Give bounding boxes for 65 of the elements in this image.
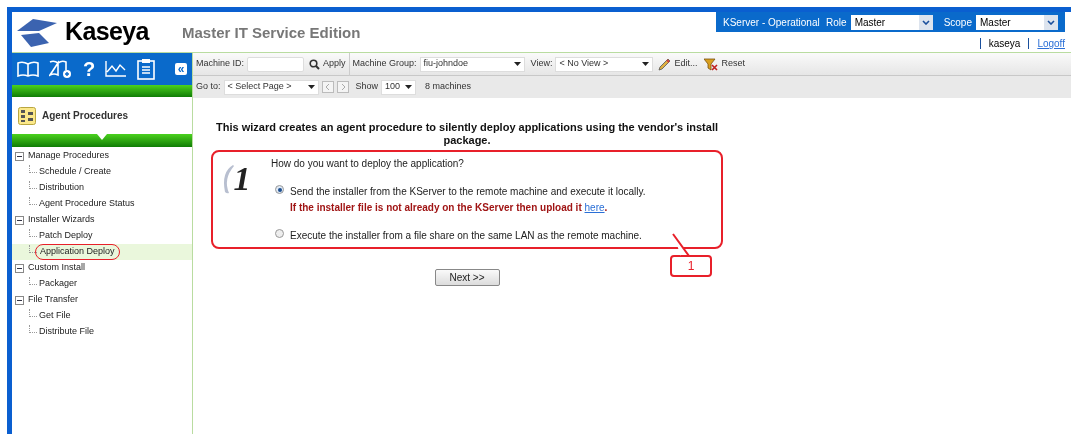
view-select[interactable]: < No View > xyxy=(555,56,654,72)
tree-item[interactable]: Schedule / Create xyxy=(38,165,113,179)
tree-item[interactable]: Packager xyxy=(38,277,79,291)
caret-icon xyxy=(513,62,521,66)
collapse-icon[interactable] xyxy=(15,151,24,161)
apply-button[interactable]: Apply xyxy=(323,52,350,76)
triangle-icon xyxy=(97,134,107,140)
clipboard-icon[interactable] xyxy=(137,58,156,80)
tree-folder[interactable]: Installer Wizards xyxy=(28,213,95,227)
scope-select[interactable]: Master xyxy=(976,14,1058,30)
help-icon[interactable]: ? xyxy=(83,59,96,79)
option-label: Execute the installer from a file share on the same LAN as the remote machine. xyxy=(290,229,642,243)
collapse-icon[interactable] xyxy=(15,215,24,225)
page-select[interactable]: < Select Page > xyxy=(223,79,319,95)
machine-group-select[interactable]: fiu-johndoe xyxy=(419,56,525,72)
module-title: Agent Procedures xyxy=(42,109,129,123)
show-label: Show xyxy=(355,80,379,94)
role-select[interactable]: Master xyxy=(850,14,933,30)
radio-button[interactable] xyxy=(275,229,284,238)
pencil-icon xyxy=(658,57,672,71)
chevron-icon xyxy=(1047,19,1055,25)
logo-text: Kaseya xyxy=(65,16,149,48)
machine-id-label: Machine ID: xyxy=(196,57,245,71)
step-number: 1 xyxy=(233,162,251,199)
module-icon xyxy=(18,106,36,125)
option-label: Send the installer from the KServer to the remote machine and execute it locally. xyxy=(290,185,646,199)
here-link[interactable]: here xyxy=(584,202,605,213)
caret-icon xyxy=(307,85,315,89)
filter-icon xyxy=(704,57,719,71)
chart-icon[interactable] xyxy=(105,61,128,77)
wizard-intro: This wizard creates an agent procedure to silently deploy applications using the vendor's install package. xyxy=(215,121,719,147)
edition-title: Master IT Service Edition xyxy=(182,23,361,43)
view-label: View: xyxy=(530,57,553,71)
scope-label: Scope xyxy=(943,15,972,30)
tree-item[interactable]: Patch Deploy xyxy=(38,229,94,243)
goto-label: Go to: xyxy=(196,80,221,94)
chevron-icon xyxy=(921,19,930,25)
collapse-icon[interactable] xyxy=(15,263,24,273)
question-text: How do you want to deploy the application? xyxy=(271,157,465,171)
tree-folder[interactable]: Manage Procedures xyxy=(28,149,110,163)
tree-folder[interactable]: Custom Install xyxy=(28,261,86,275)
tree-item[interactable]: Distribution xyxy=(38,181,86,195)
upload-note: If the installer file is not already on the KServer then upload it here. xyxy=(290,201,609,215)
logoff-link[interactable]: Logoff xyxy=(1033,36,1065,51)
tree-item[interactable]: Get File xyxy=(38,309,72,323)
machine-group-label: Machine Group: xyxy=(352,57,417,71)
book-icon[interactable] xyxy=(17,61,39,77)
collapse-button[interactable]: « xyxy=(175,63,187,75)
user-name: kaseya xyxy=(987,37,1022,51)
collapse-icon[interactable] xyxy=(15,295,24,305)
machine-count: 8 machines xyxy=(425,80,472,94)
tree-item[interactable]: Agent Procedure Status xyxy=(38,197,136,211)
edit-button[interactable]: Edit... xyxy=(674,57,698,71)
tree-folder[interactable]: File Transfer xyxy=(28,293,78,307)
next-button[interactable]: Next >> xyxy=(434,269,500,286)
role-label: Role xyxy=(826,15,847,30)
machine-id-field[interactable] xyxy=(247,56,305,72)
tree-item[interactable]: Distribute File xyxy=(38,325,95,339)
search-icon[interactable] xyxy=(309,58,321,70)
server-status: KServer - Operational xyxy=(723,15,820,30)
radio-button[interactable] xyxy=(275,185,284,194)
caret-icon xyxy=(642,62,650,66)
reset-button[interactable]: Reset xyxy=(721,57,745,71)
caret-icon xyxy=(405,85,413,89)
show-select[interactable]: 100 xyxy=(381,79,417,95)
